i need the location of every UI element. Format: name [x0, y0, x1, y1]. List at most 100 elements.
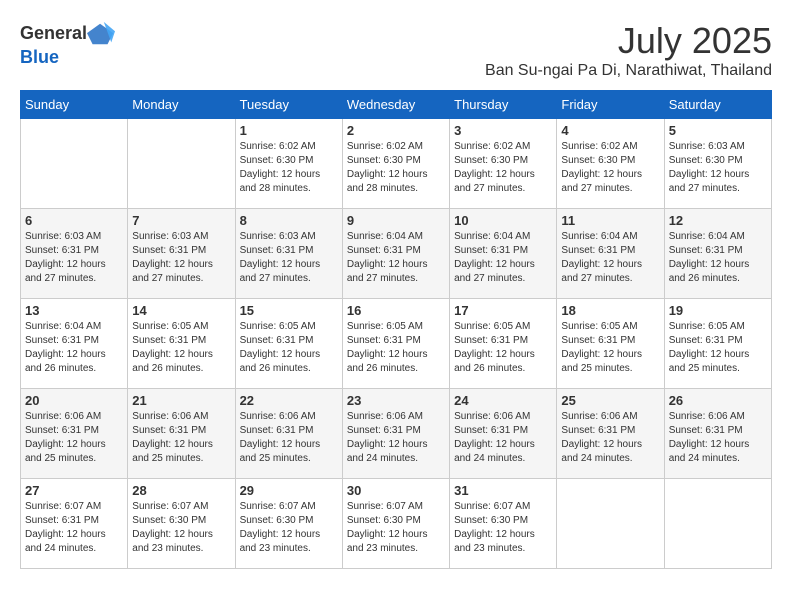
- calendar-cell: 7 Sunrise: 6:03 AM Sunset: 6:31 PM Daylig…: [128, 209, 235, 299]
- day-info: Sunrise: 6:06 AM Sunset: 6:31 PM Dayligh…: [240, 410, 338, 466]
- day-info: Sunrise: 6:04 AM Sunset: 6:31 PM Dayligh…: [561, 230, 659, 286]
- day-number: 26: [669, 393, 767, 408]
- calendar-cell: 12Sunrise: 6:04 AM Sunset: 6:31 PM Dayli…: [664, 209, 771, 299]
- calendar-cell: 14Sunrise: 6:05 AM Sunset: 6:31 PM Dayli…: [128, 299, 235, 389]
- month-title: July 2025: [485, 20, 772, 62]
- day-number: 4: [561, 123, 659, 138]
- day-number: 21: [132, 393, 230, 408]
- day-number: 7: [132, 213, 230, 228]
- weekday-header-wednesday: Wednesday: [342, 91, 449, 119]
- calendar-cell: 18Sunrise: 6:05 AM Sunset: 6:31 PM Dayli…: [557, 299, 664, 389]
- calendar-body: 1Sunrise: 6:02 AM Sunset: 6:30 PM Daylig…: [21, 119, 772, 569]
- calendar-cell: 6 Sunrise: 6:03 AM Sunset: 6:31 PM Daylig…: [21, 209, 128, 299]
- day-number: 6: [25, 213, 123, 228]
- day-info: Sunrise: 6:03 AM Sunset: 6:31 PM Dayligh…: [132, 230, 230, 286]
- calendar-cell: 10Sunrise: 6:04 AM Sunset: 6:31 PM Dayli…: [450, 209, 557, 299]
- calendar-cell: 16 Sunrise: 6:05 AM Sunset: 6:31 PM Dayli…: [342, 299, 449, 389]
- day-number: 25: [561, 393, 659, 408]
- day-info: Sunrise: 6:04 AM Sunset: 6:31 PM Dayligh…: [347, 230, 445, 286]
- calendar-week-5: 27 Sunrise: 6:07 AM Sunset: 6:31 PM Dayli…: [21, 479, 772, 569]
- day-number: 29: [240, 483, 338, 498]
- day-number: 31: [454, 483, 552, 498]
- calendar-week-4: 20 Sunrise: 6:06 AM Sunset: 6:31 PM Dayli…: [21, 389, 772, 479]
- day-info: Sunrise: 6:05 AM Sunset: 6:31 PM Dayligh…: [347, 320, 445, 376]
- day-number: 20: [25, 393, 123, 408]
- day-info: Sunrise: 6:04 AM Sunset: 6:31 PM Dayligh…: [669, 230, 767, 286]
- day-number: 15: [240, 303, 338, 318]
- header: General Blue July 2025 Ban Su-ngai Pa Di…: [20, 20, 772, 80]
- calendar-cell: 28Sunrise: 6:07 AM Sunset: 6:30 PM Dayli…: [128, 479, 235, 569]
- calendar-cell: 23 Sunrise: 6:06 AM Sunset: 6:31 PM Dayli…: [342, 389, 449, 479]
- day-info: Sunrise: 6:02 AM Sunset: 6:30 PM Dayligh…: [240, 140, 338, 196]
- day-info: Sunrise: 6:02 AM Sunset: 6:30 PM Dayligh…: [347, 140, 445, 196]
- calendar-cell: 4 Sunrise: 6:02 AM Sunset: 6:30 PM Daylig…: [557, 119, 664, 209]
- weekday-header-friday: Friday: [557, 91, 664, 119]
- calendar-cell: 27 Sunrise: 6:07 AM Sunset: 6:31 PM Dayli…: [21, 479, 128, 569]
- calendar-cell: 3Sunrise: 6:02 AM Sunset: 6:30 PM Daylig…: [450, 119, 557, 209]
- day-info: Sunrise: 6:05 AM Sunset: 6:31 PM Dayligh…: [454, 320, 552, 376]
- calendar-cell: 24 Sunrise: 6:06 AM Sunset: 6:31 PM Dayli…: [450, 389, 557, 479]
- calendar-week-2: 6 Sunrise: 6:03 AM Sunset: 6:31 PM Daylig…: [21, 209, 772, 299]
- day-number: 30: [347, 483, 445, 498]
- calendar-cell: 1Sunrise: 6:02 AM Sunset: 6:30 PM Daylig…: [235, 119, 342, 209]
- title-area: July 2025 Ban Su-ngai Pa Di, Narathiwat,…: [485, 20, 772, 80]
- day-info: Sunrise: 6:06 AM Sunset: 6:31 PM Dayligh…: [454, 410, 552, 466]
- weekday-header-row: SundayMondayTuesdayWednesdayThursdayFrid…: [21, 91, 772, 119]
- calendar-cell: 8Sunrise: 6:03 AM Sunset: 6:31 PM Daylig…: [235, 209, 342, 299]
- calendar-cell: 22Sunrise: 6:06 AM Sunset: 6:31 PM Dayli…: [235, 389, 342, 479]
- day-info: Sunrise: 6:07 AM Sunset: 6:30 PM Dayligh…: [240, 500, 338, 556]
- calendar-cell: 31 Sunrise: 6:07 AM Sunset: 6:30 PM Dayli…: [450, 479, 557, 569]
- day-info: Sunrise: 6:06 AM Sunset: 6:31 PM Dayligh…: [25, 410, 123, 466]
- day-number: 13: [25, 303, 123, 318]
- day-number: 16: [347, 303, 445, 318]
- day-number: 27: [25, 483, 123, 498]
- day-number: 3: [454, 123, 552, 138]
- logo-blue: Blue: [20, 48, 59, 68]
- calendar-cell: 2 Sunrise: 6:02 AM Sunset: 6:30 PM Daylig…: [342, 119, 449, 209]
- calendar-cell: 15 Sunrise: 6:05 AM Sunset: 6:31 PM Dayli…: [235, 299, 342, 389]
- calendar-cell: [128, 119, 235, 209]
- weekday-header-monday: Monday: [128, 91, 235, 119]
- calendar-cell: 29 Sunrise: 6:07 AM Sunset: 6:30 PM Dayli…: [235, 479, 342, 569]
- calendar-cell: [557, 479, 664, 569]
- calendar-cell: 19Sunrise: 6:05 AM Sunset: 6:31 PM Dayli…: [664, 299, 771, 389]
- location-title: Ban Su-ngai Pa Di, Narathiwat, Thailand: [485, 62, 772, 80]
- day-number: 9: [347, 213, 445, 228]
- logo: General Blue: [20, 20, 115, 68]
- day-info: Sunrise: 6:03 AM Sunset: 6:30 PM Dayligh…: [669, 140, 767, 196]
- day-info: Sunrise: 6:05 AM Sunset: 6:31 PM Dayligh…: [240, 320, 338, 376]
- logo-icon: [87, 20, 115, 48]
- calendar-cell: 30Sunrise: 6:07 AM Sunset: 6:30 PM Dayli…: [342, 479, 449, 569]
- calendar-cell: 9 Sunrise: 6:04 AM Sunset: 6:31 PM Daylig…: [342, 209, 449, 299]
- day-number: 2: [347, 123, 445, 138]
- day-number: 5: [669, 123, 767, 138]
- day-number: 23: [347, 393, 445, 408]
- day-info: Sunrise: 6:07 AM Sunset: 6:30 PM Dayligh…: [454, 500, 552, 556]
- day-number: 14: [132, 303, 230, 318]
- calendar-cell: 11Sunrise: 6:04 AM Sunset: 6:31 PM Dayli…: [557, 209, 664, 299]
- day-info: Sunrise: 6:06 AM Sunset: 6:31 PM Dayligh…: [561, 410, 659, 466]
- weekday-header-saturday: Saturday: [664, 91, 771, 119]
- day-info: Sunrise: 6:04 AM Sunset: 6:31 PM Dayligh…: [454, 230, 552, 286]
- calendar-week-3: 13 Sunrise: 6:04 AM Sunset: 6:31 PM Dayli…: [21, 299, 772, 389]
- day-info: Sunrise: 6:06 AM Sunset: 6:31 PM Dayligh…: [347, 410, 445, 466]
- day-info: Sunrise: 6:04 AM Sunset: 6:31 PM Dayligh…: [25, 320, 123, 376]
- logo-general: General: [20, 24, 87, 44]
- day-number: 24: [454, 393, 552, 408]
- day-number: 17: [454, 303, 552, 318]
- calendar-week-1: 1Sunrise: 6:02 AM Sunset: 6:30 PM Daylig…: [21, 119, 772, 209]
- day-number: 8: [240, 213, 338, 228]
- day-info: Sunrise: 6:07 AM Sunset: 6:31 PM Dayligh…: [25, 500, 123, 556]
- day-info: Sunrise: 6:05 AM Sunset: 6:31 PM Dayligh…: [561, 320, 659, 376]
- day-number: 28: [132, 483, 230, 498]
- day-info: Sunrise: 6:03 AM Sunset: 6:31 PM Dayligh…: [25, 230, 123, 286]
- weekday-header-sunday: Sunday: [21, 91, 128, 119]
- day-info: Sunrise: 6:05 AM Sunset: 6:31 PM Dayligh…: [669, 320, 767, 376]
- weekday-header-thursday: Thursday: [450, 91, 557, 119]
- calendar-cell: 25 Sunrise: 6:06 AM Sunset: 6:31 PM Dayli…: [557, 389, 664, 479]
- day-info: Sunrise: 6:02 AM Sunset: 6:30 PM Dayligh…: [561, 140, 659, 196]
- day-info: Sunrise: 6:06 AM Sunset: 6:31 PM Dayligh…: [132, 410, 230, 466]
- day-info: Sunrise: 6:06 AM Sunset: 6:31 PM Dayligh…: [669, 410, 767, 466]
- calendar-cell: 20 Sunrise: 6:06 AM Sunset: 6:31 PM Dayli…: [21, 389, 128, 479]
- calendar-cell: [21, 119, 128, 209]
